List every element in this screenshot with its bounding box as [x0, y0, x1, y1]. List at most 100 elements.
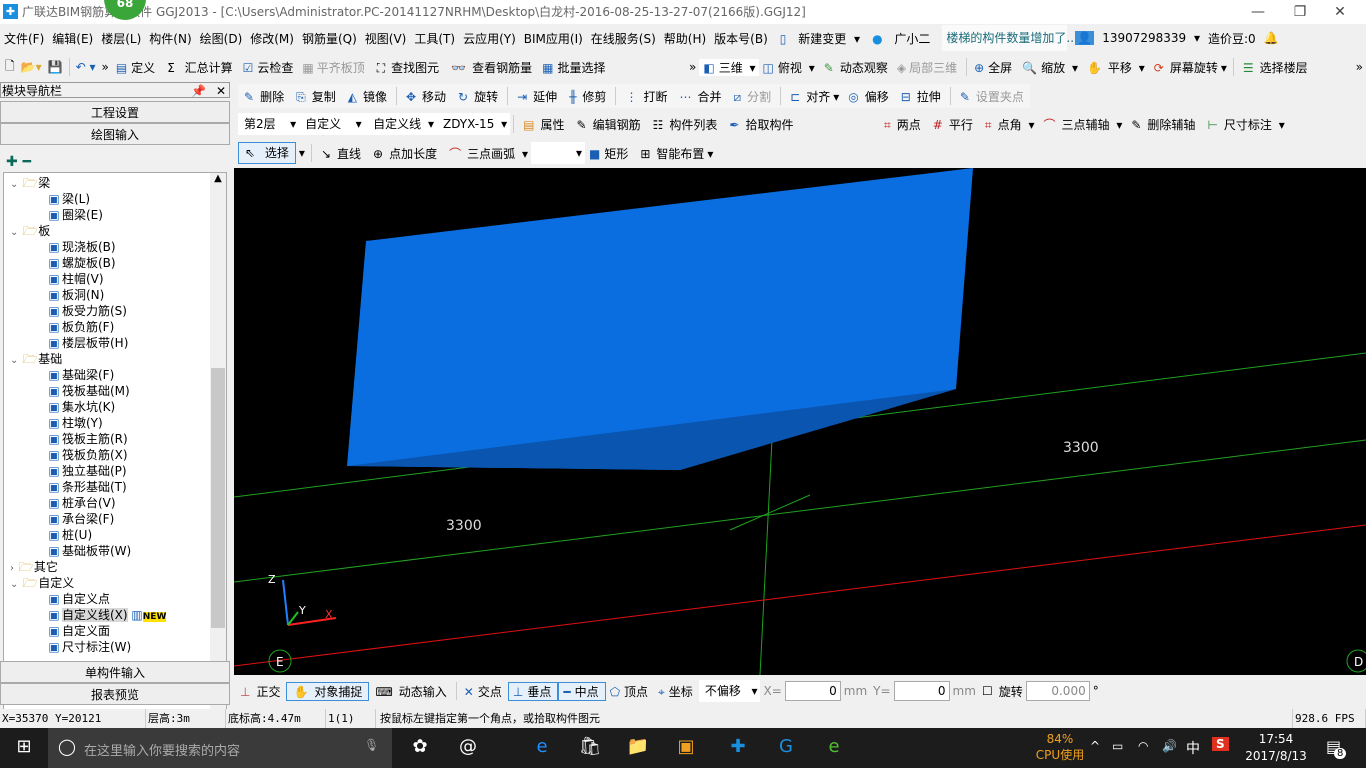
tree-item[interactable]: ▣ 独立基础(P): [4, 463, 226, 479]
app-icon-notes[interactable]: ▣: [666, 736, 706, 757]
overflow-icon[interactable]: »: [686, 60, 699, 74]
tree-item[interactable]: ▣ 自定义线(X) ▥NEW: [4, 607, 226, 623]
cloud-check-button[interactable]: ☑ 云检查: [239, 59, 300, 76]
pan-button[interactable]: ✋ 平移 ▾: [1081, 59, 1148, 76]
drawing-canvas[interactable]: 3300 3300 E D Z Y X: [234, 168, 1366, 675]
three-point-arc-button[interactable]: ⌒ 三点画弧 ▾: [443, 145, 531, 162]
expand-all-icon[interactable]: ✚: [6, 154, 18, 170]
tree-item[interactable]: ▣ 基础梁(F): [4, 367, 226, 383]
wifi-icon[interactable]: ◠: [1138, 739, 1148, 753]
select-button[interactable]: ⇖ 选择: [238, 142, 296, 164]
overflow-icon[interactable]: »: [98, 60, 111, 74]
app-icon-pinwheel[interactable]: ✿: [400, 736, 440, 757]
grip-button[interactable]: ✎ 设置夹点: [954, 88, 1030, 105]
mirror-button[interactable]: ◭ 镜像: [342, 88, 393, 105]
floor-select[interactable]: 第2层 ▾: [238, 113, 300, 135]
3d-button[interactable]: ◧ 三维 ▾: [699, 58, 759, 76]
menu-tools[interactable]: 工具(T): [410, 30, 459, 47]
point-length-button[interactable]: ⊕ 点加长度: [367, 145, 443, 162]
menu-edit[interactable]: 编辑(E): [48, 30, 97, 47]
properties-button[interactable]: ▤ 属性: [517, 116, 570, 133]
rotate-checkbox[interactable]: ☐: [979, 684, 996, 698]
menu-modify[interactable]: 修改(M): [246, 30, 298, 47]
menu-bim[interactable]: BIM应用(I): [520, 30, 587, 47]
tree-item[interactable]: ▣ 板受力筋(S): [4, 303, 226, 319]
smart-layout-button[interactable]: ⊞ 智能布置 ▾: [634, 145, 716, 162]
chevron-down-icon[interactable]: ⌄: [10, 227, 18, 238]
break-button[interactable]: ⋮ 打断: [619, 88, 673, 105]
save-icon[interactable]: 💾: [45, 60, 66, 74]
component-list-button[interactable]: ☷ 构件列表: [647, 116, 724, 133]
tree-item[interactable]: ▣ 柱墩(Y): [4, 415, 226, 431]
pick-component-button[interactable]: ✒ 拾取构件: [723, 116, 799, 133]
clock[interactable]: 17:54 2017/8/13: [1240, 731, 1312, 765]
glodon-icon[interactable]: ✚: [718, 736, 758, 757]
tree-item[interactable]: ▣ 桩承台(V): [4, 495, 226, 511]
rotate-button[interactable]: ↻ 旋转: [452, 88, 504, 105]
volume-icon[interactable]: 🔊: [1162, 739, 1177, 753]
line-button[interactable]: ↘ 直线: [315, 145, 367, 162]
menu-floor[interactable]: 楼层(L): [97, 30, 145, 47]
chevron-down-icon[interactable]: ⌄: [10, 355, 18, 366]
menu-assistant[interactable]: ● 广小二: [864, 30, 938, 47]
tree-scrollbar[interactable]: ▲ ▼: [210, 173, 226, 736]
menu-online[interactable]: 在线服务(S): [587, 30, 660, 47]
delete-axis-button[interactable]: ✎ 删除辅轴: [1125, 116, 1201, 133]
calculate-button[interactable]: Σ 汇总计算: [161, 59, 238, 76]
menu-new-change[interactable]: ▯ 新建变更 ▾: [772, 30, 864, 47]
fullscreen-button[interactable]: ⊕ 全屏: [970, 59, 1018, 76]
chevron-down-icon[interactable]: ⌄: [10, 179, 18, 190]
tree-item[interactable]: ▣ 桩(U): [4, 527, 226, 543]
midpoint-snap[interactable]: ━ 中点: [558, 681, 606, 701]
undo-icon[interactable]: ↶ ▾: [73, 60, 99, 74]
tree-item[interactable]: ▣ 基础板带(W): [4, 543, 226, 559]
tree-folder[interactable]: ⌄ 🗁梁: [4, 175, 226, 191]
project-settings-button[interactable]: 工程设置: [0, 101, 230, 123]
drawing-input-button[interactable]: 绘图输入: [0, 123, 230, 145]
ime-indicator[interactable]: 中: [1186, 738, 1200, 758]
network-icon[interactable]: ▭: [1112, 739, 1123, 753]
intersection-snap[interactable]: ✕ 交点: [460, 683, 508, 700]
tree-item[interactable]: ▣ 板洞(N): [4, 287, 226, 303]
batch-select-button[interactable]: ▦ 批量选择: [538, 59, 611, 76]
collapse-all-icon[interactable]: ━: [23, 154, 31, 170]
menu-draw[interactable]: 绘图(D): [196, 30, 247, 47]
menu-cloud[interactable]: 云应用(Y): [459, 30, 520, 47]
g-app-icon[interactable]: G: [766, 736, 806, 757]
single-component-input-button[interactable]: 单构件输入: [0, 661, 230, 683]
coordinate-snap[interactable]: ⌖ 坐标: [654, 683, 699, 700]
x-offset-input[interactable]: 0: [784, 681, 841, 701]
tree-folder[interactable]: ⌄ 🗁基础: [4, 351, 226, 367]
tree-item[interactable]: ▣ 柱帽(V): [4, 271, 226, 287]
arc-mode-select[interactable]: ▾: [530, 142, 585, 164]
y-offset-input[interactable]: 0: [893, 681, 950, 701]
subtype-select[interactable]: 自定义线 ▾: [367, 113, 437, 135]
menu-rebar[interactable]: 钢筋量(Q): [298, 30, 361, 47]
three-point-axis-button[interactable]: ⌒ 三点辅轴 ▾: [1037, 116, 1125, 133]
find-element-button[interactable]: ⛶ 查找图元: [371, 59, 445, 76]
browser-icon[interactable]: e: [814, 736, 854, 757]
point-angle-axis-button[interactable]: ⌗ 点角 ▾: [979, 116, 1038, 133]
report-preview-button[interactable]: 报表预览: [0, 683, 230, 705]
top-view-button[interactable]: ◫ 俯视 ▾: [759, 59, 818, 76]
close-button[interactable]: ✕: [1320, 0, 1360, 24]
parallel-axis-button[interactable]: # 平行: [927, 116, 979, 133]
edge-icon[interactable]: e: [522, 736, 562, 757]
custom-line-solid[interactable]: [347, 168, 973, 470]
stretch-button[interactable]: ⊟ 拉伸: [895, 88, 947, 105]
pin-icon[interactable]: 📌: [191, 83, 206, 99]
dimension-button[interactable]: ⊢ 尺寸标注 ▾: [1201, 116, 1287, 133]
perpendicular-snap[interactable]: ⊥ 垂点: [507, 681, 559, 701]
tree-item[interactable]: ▣ 圈梁(E): [4, 207, 226, 223]
open-folder-icon[interactable]: 📂▾: [18, 60, 45, 74]
orbit-button[interactable]: ✎ 动态观察: [818, 59, 894, 76]
tree-item[interactable]: ▣ 自定义面: [4, 623, 226, 639]
tree-item[interactable]: ▣ 筏板基础(M): [4, 383, 226, 399]
extend-button[interactable]: ⇥ 延伸: [511, 88, 563, 105]
split-button[interactable]: ⧄ 分割: [727, 88, 777, 105]
vertex-snap[interactable]: ⬠ 顶点: [606, 683, 654, 700]
tree-item[interactable]: ▣ 板负筋(F): [4, 319, 226, 335]
bell-icon[interactable]: 🔔: [1260, 31, 1283, 45]
menu-file[interactable]: 文件(F): [0, 30, 48, 47]
tree-item[interactable]: ▣ 条形基础(T): [4, 479, 226, 495]
